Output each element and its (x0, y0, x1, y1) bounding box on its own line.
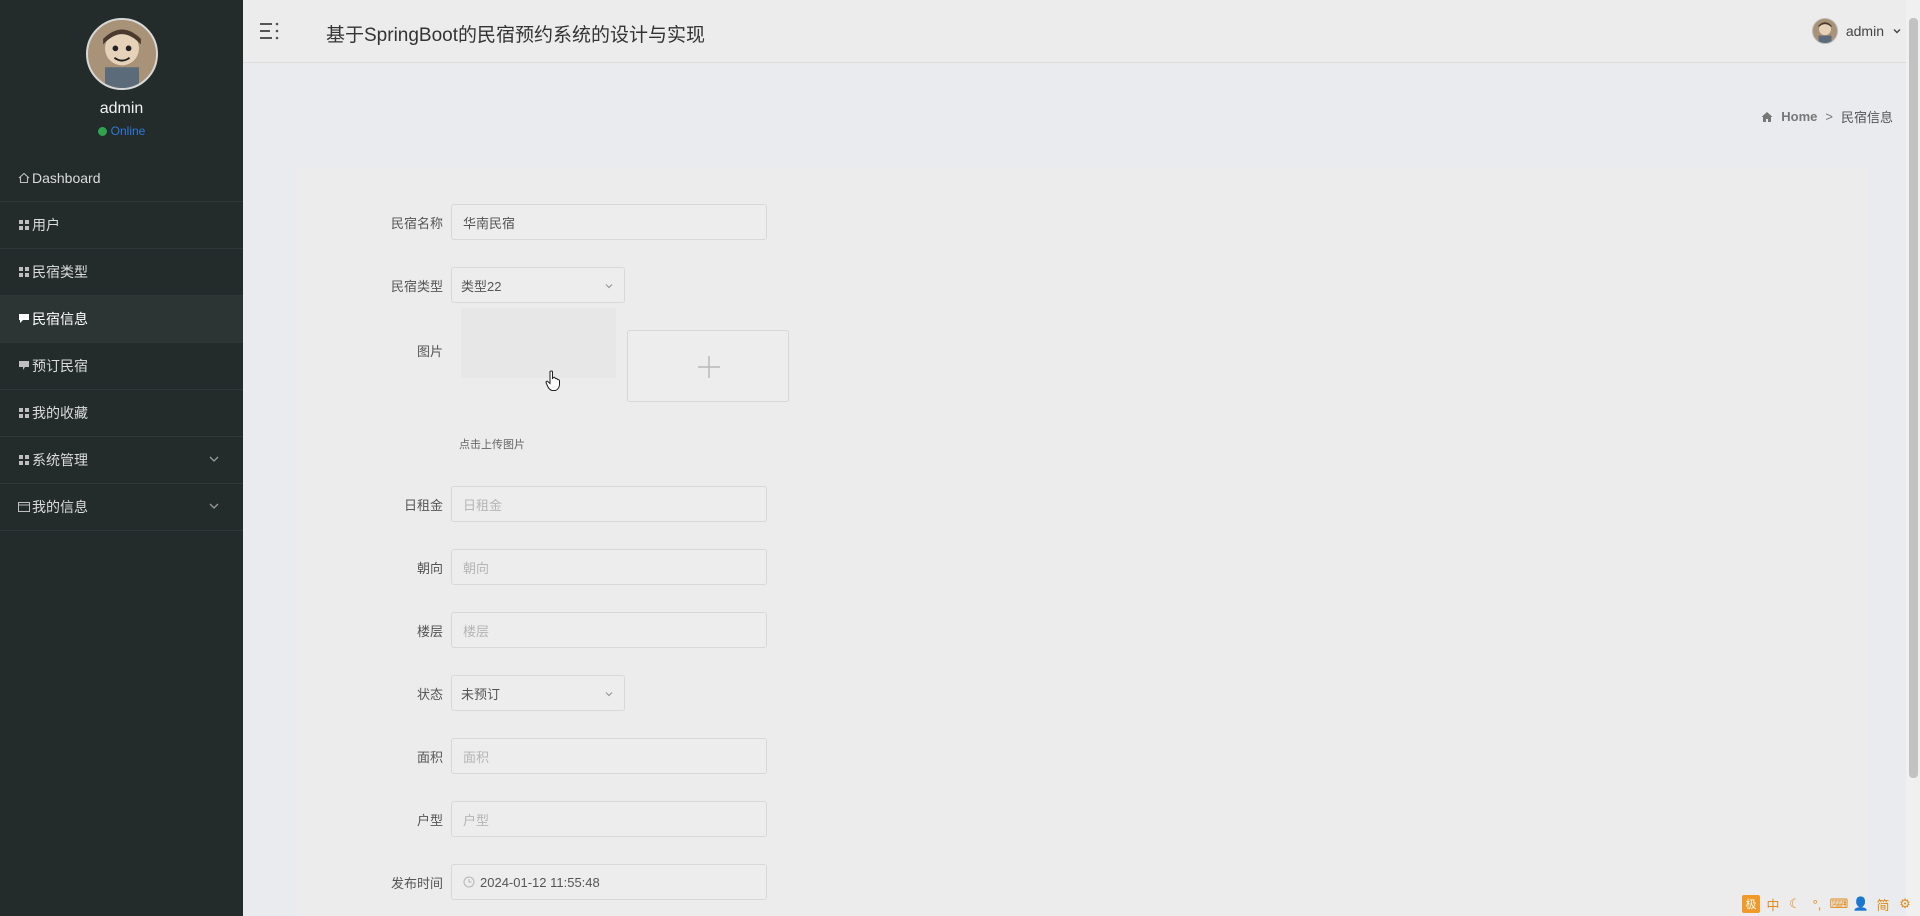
grid-icon (17, 266, 30, 279)
home-icon (1761, 111, 1773, 122)
profile-status: Online (0, 124, 243, 138)
daily-rent-input[interactable]: 日租金 (451, 486, 767, 522)
area-input[interactable]: 面积 (451, 738, 767, 774)
menu-toggle-icon[interactable] (258, 20, 280, 42)
punctuation-icon[interactable]: °, (1808, 895, 1826, 913)
orientation-input[interactable]: 朝向 (451, 549, 767, 585)
sidebar-item-users[interactable]: 用户 (0, 202, 243, 249)
sidebar-item-dashboard[interactable]: Dashboard (0, 155, 243, 202)
form-row-layout: 户型 户型 (297, 801, 767, 837)
publish-time-value: 2024-01-12 11:55:48 (480, 874, 600, 890)
homestay-form-card: 民宿名称 华南民宿 民宿类型 类型22 图片 点击上传图片 日租金 日租金 朝向… (297, 168, 1867, 916)
status-label: Online (110, 124, 146, 138)
floor-input[interactable]: 楼层 (451, 612, 767, 648)
hand-cursor-icon (545, 370, 560, 391)
sidebar-item-label: 用户 (32, 217, 60, 233)
image-preview[interactable] (461, 308, 616, 378)
field-label: 民宿类型 (390, 278, 443, 294)
profile-name: admin (99, 100, 144, 117)
sidebar-item-homestay-info[interactable]: 民宿信息 (0, 296, 243, 343)
sidebar-item-label: 预订民宿 (32, 358, 88, 374)
sidebar-item-my-info[interactable]: 我的信息 (0, 484, 243, 531)
field-label: 朝向 (416, 560, 443, 576)
form-row-status: 状态 未预订 (297, 675, 625, 711)
select-value: 类型22 (461, 278, 502, 294)
chevron-down-icon (605, 692, 613, 697)
gear-icon[interactable]: ⚙ (1896, 895, 1914, 913)
plus-icon (698, 356, 720, 378)
sidebar-item-book-homestay[interactable]: 预订民宿 (0, 343, 243, 390)
chevron-down-icon (1893, 29, 1901, 34)
status-select[interactable]: 未预订 (451, 675, 625, 711)
sidebar-item-favorites[interactable]: 我的收藏 (0, 390, 243, 437)
field-label: 户型 (416, 812, 443, 828)
comment-icon (17, 360, 30, 373)
chevron-down-icon (209, 503, 219, 509)
online-dot-icon (97, 126, 107, 136)
form-row-floor: 楼层 楼层 (297, 612, 767, 648)
ime-logo[interactable]: 极 (1742, 895, 1760, 913)
ime-script[interactable]: 简 (1874, 895, 1892, 913)
chevron-down-icon (605, 284, 613, 289)
upload-hint: 点击上传图片 (459, 439, 525, 451)
sidebar-item-label: 系统管理 (32, 452, 88, 468)
sidebar-item-label: 我的收藏 (32, 405, 88, 421)
image-upload-button[interactable] (627, 330, 789, 402)
homestay-name-input[interactable]: 华南民宿 (451, 204, 767, 240)
sidebar-profile: admin Online (0, 0, 243, 155)
home-icon (17, 172, 30, 185)
field-label: 发布时间 (390, 875, 443, 891)
avatar-image (87, 20, 156, 88)
sidebar-item-label: 民宿类型 (32, 264, 88, 280)
keyboard-icon[interactable]: ⌨ (1830, 895, 1849, 913)
top-header: 基于SpringBoot的民宿预约系统的设计与实现 admin (243, 0, 1920, 63)
card-icon (17, 501, 30, 514)
sidebar-item-label: Dashboard (32, 170, 101, 186)
select-value: 未预订 (461, 686, 501, 702)
field-label: 图片 (416, 344, 443, 359)
homestay-type-select[interactable]: 类型22 (451, 267, 625, 303)
ime-mode[interactable]: 中 (1764, 895, 1782, 913)
comment-icon (17, 313, 30, 326)
form-row-publish-time: 发布时间 2024-01-12 11:55:48 (297, 864, 767, 900)
user-icon[interactable]: 👤 (1852, 895, 1870, 913)
grid-icon (17, 219, 30, 232)
form-row-name: 民宿名称 华南民宿 (297, 204, 767, 240)
grid-icon (17, 407, 30, 420)
chevron-down-icon (209, 456, 219, 462)
breadcrumb-separator: > (1825, 109, 1833, 124)
form-row-orientation: 朝向 朝向 (297, 549, 767, 585)
user-menu[interactable]: admin (1811, 18, 1902, 44)
form-row-daily-rent: 日租金 日租金 (297, 486, 767, 522)
page-scrollbar[interactable] (1906, 0, 1920, 916)
breadcrumb-current: 民宿信息 (1840, 110, 1893, 125)
avatar[interactable] (85, 18, 158, 90)
field-label: 面积 (416, 749, 443, 765)
publish-time-picker[interactable]: 2024-01-12 11:55:48 (451, 864, 767, 900)
field-label: 楼层 (416, 623, 443, 639)
sidebar-item-homestay-types[interactable]: 民宿类型 (0, 249, 243, 296)
sidebar-item-label: 民宿信息 (32, 311, 88, 327)
avatar (1811, 18, 1838, 44)
grid-icon (17, 454, 30, 467)
sidebar-item-label: 我的信息 (32, 499, 88, 515)
breadcrumb: Home > 民宿信息 (1761, 107, 1893, 126)
field-label: 状态 (416, 686, 443, 702)
room-layout-input[interactable]: 户型 (451, 801, 767, 837)
field-label: 民宿名称 (390, 215, 443, 231)
form-row-type: 民宿类型 类型22 (297, 267, 625, 303)
app-title: 基于SpringBoot的民宿预约系统的设计与实现 (326, 25, 706, 46)
moon-icon[interactable]: ☾ (1786, 895, 1804, 913)
form-row-area: 面积 面积 (297, 738, 767, 774)
breadcrumb-home[interactable]: Home (1781, 109, 1817, 124)
user-name: admin (1845, 23, 1884, 39)
ime-toolbar[interactable]: 极 中 ☾ °, ⌨ 👤 简 ⚙ (1742, 895, 1914, 913)
sidebar-item-system-management[interactable]: 系统管理 (0, 437, 243, 484)
form-row-image: 图片 (297, 341, 451, 360)
clock-icon (463, 876, 475, 888)
field-label: 日租金 (403, 497, 443, 513)
scrollbar-thumb[interactable] (1909, 18, 1918, 778)
sidebar: admin Online Dashboard 用户 民宿类型 民宿信息 预订民宿 (0, 0, 243, 916)
